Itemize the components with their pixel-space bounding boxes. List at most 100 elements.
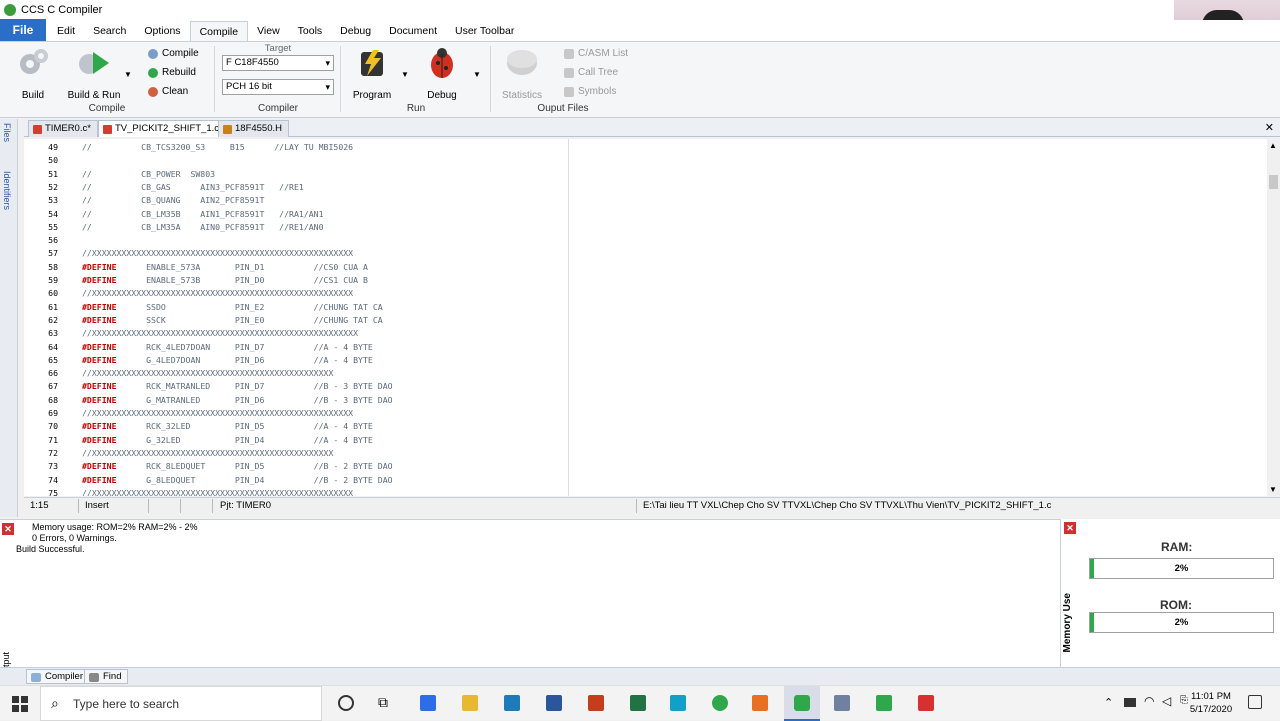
code-line[interactable]: 72 //XXXXXXXXXXXXXXXXXXXXXXXXXXXXXXXXXXXX… xyxy=(24,447,1264,460)
compile-button[interactable]: Compile xyxy=(148,48,199,59)
edit-mode: Insert xyxy=(85,500,109,511)
matlab-icon[interactable] xyxy=(752,695,768,711)
tab-timer0[interactable]: TIMER0.c* xyxy=(28,120,98,137)
word-icon[interactable] xyxy=(546,695,562,711)
code-line[interactable]: 64 #DEFINE RCK_4LED7DOAN PIN_D7 //A - 4 B… xyxy=(24,341,1264,354)
zoom-icon[interactable] xyxy=(420,695,436,711)
tab-18f4550-h[interactable]: 18F4550.H xyxy=(218,120,290,137)
rebuild-button[interactable]: Rebuild xyxy=(148,67,196,78)
menu-options[interactable]: Options xyxy=(135,21,189,41)
compiler-group: Target F C18F4550 PCH 16 bit Compiler xyxy=(216,42,340,118)
menu-tools[interactable]: Tools xyxy=(289,21,332,41)
casm-list-button[interactable]: C/ASM List xyxy=(564,48,628,59)
file-explorer-icon[interactable] xyxy=(462,695,478,711)
code-line[interactable]: 65 #DEFINE G_4LED7DOAN PIN_D6 //A - 4 BYT… xyxy=(24,354,1264,367)
code-line[interactable]: 60 //XXXXXXXXXXXXXXXXXXXXXXXXXXXXXXXXXXXX… xyxy=(24,287,1264,300)
windows-start-icon[interactable] xyxy=(12,696,28,715)
code-editor[interactable]: 49 // CB_TCS3200_S3 B15 //LAY TU MBI5026 5… xyxy=(24,139,1267,496)
files-tab[interactable]: Files xyxy=(2,123,12,142)
target-select[interactable]: F C18F4550 xyxy=(222,55,334,71)
tray-chevron-icon[interactable]: ⌃ xyxy=(1104,696,1113,709)
volume-icon[interactable]: ◁ xyxy=(1162,694,1171,708)
code-line[interactable]: 49 // CB_TCS3200_S3 B15 //LAY TU MBI5026 xyxy=(24,141,1264,154)
cortana-icon[interactable] xyxy=(338,695,354,711)
code-text: // CB_QUANG AIN2_PCF8591T xyxy=(82,194,264,207)
excel-icon[interactable] xyxy=(630,695,646,711)
build-run-dropdown-icon[interactable]: ▼ xyxy=(124,70,132,79)
tab-tv-pickit2-shift-1[interactable]: TV_PICKIT2_SHIFT_1.c xyxy=(98,120,227,137)
identifiers-tab[interactable]: Identifiers xyxy=(2,171,12,210)
code-line[interactable]: 68 #DEFINE G_MATRANLED PIN_D6 //B - 3 BYT… xyxy=(24,394,1264,407)
build-button[interactable]: Build xyxy=(14,46,52,101)
code-line[interactable]: 54 // CB_LM35B AIN1_PCF8591T //RA1/AN1 xyxy=(24,208,1264,221)
debug-button[interactable]: Debug xyxy=(422,46,462,101)
menu-compile[interactable]: Compile xyxy=(189,21,249,41)
menu-debug[interactable]: Debug xyxy=(331,21,380,41)
menu-document[interactable]: Document xyxy=(380,21,446,41)
line-number: 58 xyxy=(48,261,58,272)
menu-search[interactable]: Search xyxy=(84,21,135,41)
task-view-icon[interactable]: ⧉ xyxy=(378,694,388,711)
code-line[interactable]: 62 #DEFINE SSCK PIN_E0 //CHUNG TAT CA xyxy=(24,314,1264,327)
statistics-button[interactable]: Statistics xyxy=(500,46,544,101)
build-run-button[interactable]: Build & Run xyxy=(66,46,122,101)
code-line[interactable]: 71 #DEFINE G_32LED PIN_D4 //A - 4 BYTE xyxy=(24,434,1264,447)
powerpoint-icon[interactable] xyxy=(588,695,604,711)
code-line[interactable]: 74 #DEFINE G_8LEDQUET PIN_D4 //B - 2 BYTE… xyxy=(24,474,1264,487)
debug-dropdown-icon[interactable]: ▼ xyxy=(473,70,481,79)
app-red-icon[interactable] xyxy=(918,695,934,711)
line-number: 71 xyxy=(48,434,58,445)
code-line[interactable]: 51 // CB_POWER SW803 xyxy=(24,168,1264,181)
code-line[interactable]: 61 #DEFINE SSDO PIN_E2 //CHUNG TAT CA xyxy=(24,301,1264,314)
tab-find[interactable]: Find xyxy=(84,669,129,684)
code-line[interactable]: 70 #DEFINE RCK_32LED PIN_D5 //A - 4 BYTE xyxy=(24,420,1264,433)
close-memory-icon[interactable]: ✕ xyxy=(1064,522,1076,534)
clean-button[interactable]: Clean xyxy=(148,86,188,97)
menu-view[interactable]: View xyxy=(248,21,289,41)
taskbar-search-box[interactable]: ⌕ Type here to search xyxy=(40,686,322,721)
line-number: 62 xyxy=(48,314,58,325)
code-line[interactable]: 67 #DEFINE RCK_MATRANLED PIN_D7 //B - 3 B… xyxy=(24,380,1264,393)
clock[interactable]: 11:01 PM 5/17/2020 xyxy=(1186,690,1236,716)
program-button[interactable]: Program xyxy=(350,46,394,101)
menu-file[interactable]: File xyxy=(0,19,46,41)
wifi-icon[interactable]: ◠ xyxy=(1144,694,1154,708)
editor-scrollbar[interactable]: ▲ ▼ xyxy=(1267,139,1280,496)
code-line[interactable]: 57 //XXXXXXXXXXXXXXXXXXXXXXXXXXXXXXXXXXXX… xyxy=(24,247,1264,260)
compiler-select[interactable]: PCH 16 bit xyxy=(222,79,334,95)
code-line[interactable]: 56 xyxy=(24,234,1264,247)
app-icon[interactable] xyxy=(670,695,686,711)
scroll-down-icon[interactable]: ▼ xyxy=(1269,485,1277,494)
network-icon[interactable] xyxy=(1124,698,1136,707)
code-line[interactable]: 55 // CB_LM35A AIN0_PCF8591T //RE1/AN0 xyxy=(24,221,1264,234)
scroll-thumb[interactable] xyxy=(1269,175,1278,189)
code-line[interactable]: 75 //XXXXXXXXXXXXXXXXXXXXXXXXXXXXXXXXXXXX… xyxy=(24,487,1264,496)
code-line[interactable]: 58 #DEFINE ENABLE_573A PIN_D1 //CS0 CUA A xyxy=(24,261,1264,274)
code-line[interactable]: 50 xyxy=(24,154,1264,167)
code-content: RCK_MATRANLED PIN_D7 //B - 3 BYTE DAO xyxy=(116,381,393,392)
menu-edit[interactable]: Edit xyxy=(48,21,84,41)
menu-user-toolbar[interactable]: User Toolbar xyxy=(446,21,523,41)
ccs-ide-icon[interactable] xyxy=(876,695,892,711)
code-line[interactable]: 73 #DEFINE RCK_8LEDQUET PIN_D5 //B - 2 BY… xyxy=(24,460,1264,473)
chrome-icon[interactable] xyxy=(712,695,728,711)
code-line[interactable]: 53 // CB_QUANG AIN2_PCF8591T xyxy=(24,194,1264,207)
code-line[interactable]: 69 //XXXXXXXXXXXXXXXXXXXXXXXXXXXXXXXXXXXX… xyxy=(24,407,1264,420)
code-line[interactable]: 66 //XXXXXXXXXXXXXXXXXXXXXXXXXXXXXXXXXXXX… xyxy=(24,367,1264,380)
code-line[interactable]: 59 #DEFINE ENABLE_573B PIN_D0 //CS1 CUA B xyxy=(24,274,1264,287)
notifications-icon[interactable] xyxy=(1248,695,1262,709)
scroll-up-icon[interactable]: ▲ xyxy=(1269,141,1277,150)
call-tree-button[interactable]: Call Tree xyxy=(564,67,618,78)
close-tab-icon[interactable]: ✕ xyxy=(1265,121,1274,134)
program-dropdown-icon[interactable]: ▼ xyxy=(401,70,409,79)
ccs-taskbar-active[interactable] xyxy=(784,686,820,721)
code-line[interactable]: 63 //XXXXXXXXXXXXXXXXXXXXXXXXXXXXXXXXXXXX… xyxy=(24,327,1264,340)
close-output-icon[interactable]: ✕ xyxy=(2,523,14,535)
tab-compiler-output[interactable]: Compiler xyxy=(26,669,91,684)
code-line[interactable]: 52 // CB_GAS AIN3_PCF8591T //RE1 xyxy=(24,181,1264,194)
output-tabs: Compiler Find xyxy=(0,667,1280,685)
arduino-icon[interactable] xyxy=(504,695,520,711)
proteus-icon[interactable] xyxy=(834,695,850,711)
line-number: 68 xyxy=(48,394,58,405)
symbols-button[interactable]: Symbols xyxy=(564,86,616,97)
